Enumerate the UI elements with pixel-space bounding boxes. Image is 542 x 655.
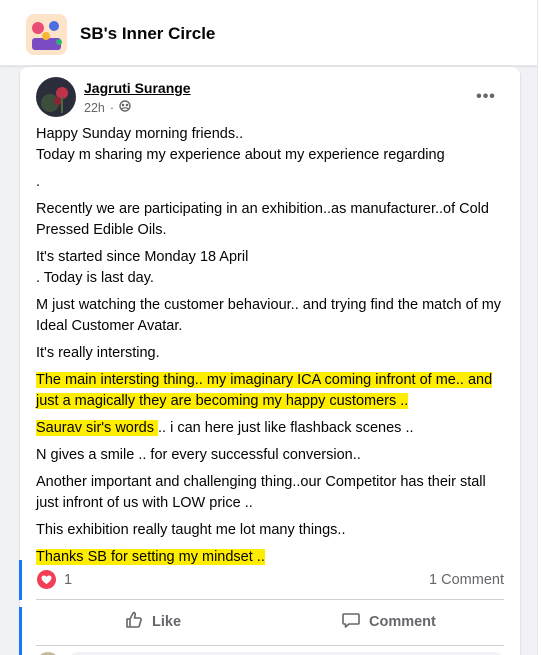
like-label: Like	[152, 614, 182, 630]
divider	[36, 599, 504, 600]
adjacent-panel-edge	[537, 0, 542, 655]
post-paragraph: Recently we are participating in an exhi…	[36, 199, 512, 241]
group-thumbnail[interactable]	[26, 14, 67, 55]
highlighted-text: Saurav sir's words	[36, 420, 159, 436]
post-text-line: Happy Sunday morning friends..	[36, 126, 244, 142]
post-paragraph: Happy Sunday morning friends.. Today m sh…	[36, 124, 512, 166]
post-paragraph: .	[36, 172, 512, 193]
post-meta: 22h ·	[84, 100, 131, 115]
post-text-line: N gives a smile .. for every successful …	[36, 447, 361, 463]
more-options-icon[interactable]: •••	[468, 79, 504, 115]
focus-accent-bar	[19, 607, 22, 655]
group-header: SB's Inner Circle	[0, 0, 542, 66]
love-reaction-icon[interactable]	[37, 570, 56, 589]
post-text-line: .. i can here just like flashback scenes…	[158, 420, 414, 436]
post-paragraph: M just watching the customer behaviour..…	[36, 295, 512, 337]
post-text-line: Recently we are participating in an exhi…	[36, 201, 489, 238]
post-paragraph: Thanks SB for setting my mindset ..	[36, 547, 512, 568]
post-body: Happy Sunday morning friends.. Today m sh…	[36, 124, 512, 574]
post-paragraph: It's started since Monday 18 April . Toda…	[36, 247, 512, 289]
post-card: Jagruti Surange 22h · ••• Happy Sunday m…	[19, 67, 520, 655]
post-text-line: It's really intersting.	[36, 345, 160, 361]
members-globe-icon	[119, 100, 131, 115]
post-text-line: Another important and challenging thing.…	[36, 474, 486, 511]
post-text-line: . Today is last day.	[36, 270, 154, 286]
post-text-line: M just watching the customer behaviour..…	[36, 297, 502, 334]
post-paragraph: Saurav sir's words .. i can here just li…	[36, 418, 512, 439]
highlighted-text: The main intersting thing.. my imaginary…	[36, 372, 493, 409]
post-text-line: This exhibition really taught me lot man…	[36, 522, 346, 538]
post-paragraph: N gives a smile .. for every successful …	[36, 445, 512, 466]
post-paragraph: Another important and challenging thing.…	[36, 472, 512, 514]
post-time[interactable]: 22h	[84, 101, 105, 115]
group-name[interactable]: SB's Inner Circle	[80, 24, 215, 44]
thumbs-up-icon	[124, 610, 144, 634]
post-text-line: .	[36, 174, 41, 190]
post-text-line: Today m sharing my experience about my e…	[36, 147, 445, 163]
author-name[interactable]: Jagruti Surange	[84, 80, 191, 96]
comment-bubble-icon	[341, 610, 361, 634]
highlighted-text: Thanks SB for setting my mindset ..	[36, 549, 265, 565]
like-button[interactable]: Like	[124, 604, 181, 640]
reaction-count[interactable]: 1	[64, 572, 72, 588]
comment-button[interactable]: Comment	[341, 604, 436, 640]
comment-label: Comment	[369, 614, 436, 630]
focus-accent-bar	[19, 560, 22, 600]
post-text-line: It's started since Monday 18 April	[36, 249, 249, 265]
post-paragraph: The main intersting thing.. my imaginary…	[36, 370, 512, 412]
comment-count[interactable]: 1 Comment	[429, 572, 504, 588]
author-avatar[interactable]	[36, 77, 76, 117]
divider	[36, 645, 504, 646]
post-paragraph: It's really intersting.	[36, 343, 512, 364]
post-paragraph: This exhibition really taught me lot man…	[36, 520, 512, 541]
